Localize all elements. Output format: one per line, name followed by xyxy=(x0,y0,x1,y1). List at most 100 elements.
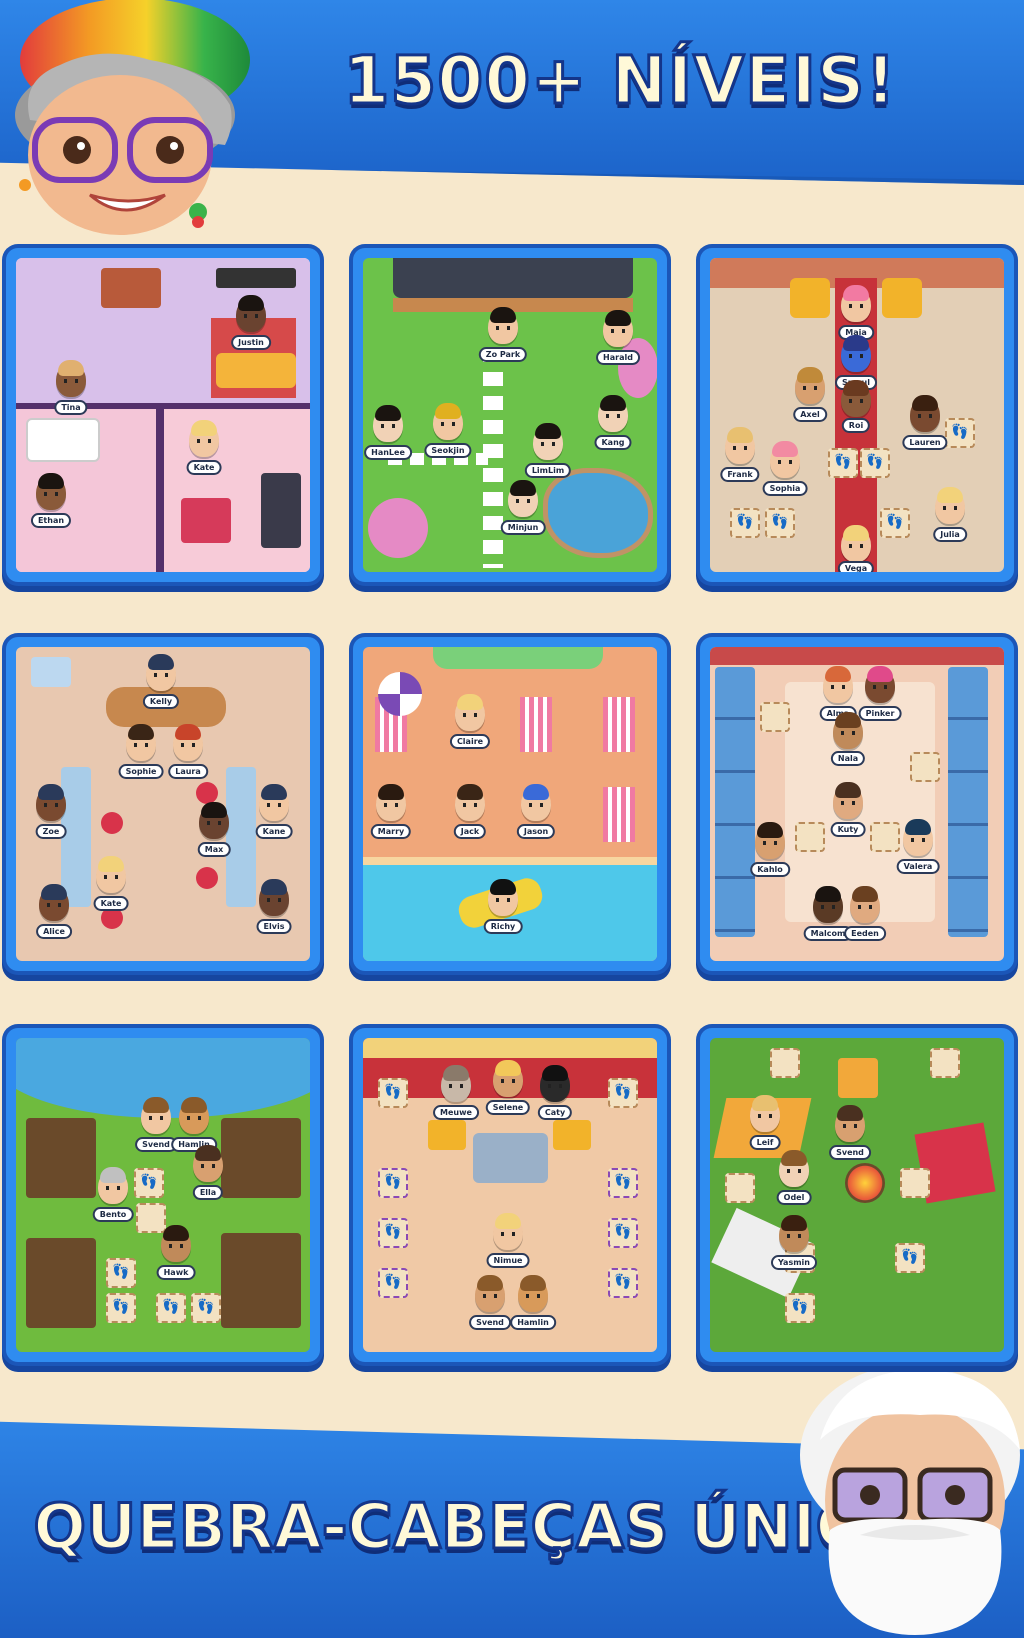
footprint-slot[interactable] xyxy=(191,1293,221,1323)
character-avatar[interactable] xyxy=(823,666,853,703)
character-avatar[interactable] xyxy=(903,819,933,856)
character-avatar[interactable] xyxy=(441,1065,471,1102)
level-card-village[interactable]: Svend Hamlin Ella Bento Hawk xyxy=(6,1028,320,1362)
character-name-tag: Yasmin xyxy=(771,1255,817,1270)
character-avatar[interactable] xyxy=(199,802,229,839)
empty-slot[interactable] xyxy=(770,1048,800,1078)
footprint-slot[interactable] xyxy=(106,1258,136,1288)
character-avatar[interactable] xyxy=(493,1060,523,1097)
character-avatar[interactable] xyxy=(725,427,755,464)
character-avatar[interactable] xyxy=(96,856,126,893)
character-avatar[interactable] xyxy=(259,879,289,916)
character-avatar[interactable] xyxy=(493,1213,523,1250)
character-avatar[interactable] xyxy=(841,525,871,562)
character-avatar[interactable] xyxy=(841,380,871,417)
character-avatar[interactable] xyxy=(259,784,289,821)
empty-slot[interactable] xyxy=(725,1173,755,1203)
character-avatar[interactable] xyxy=(750,1095,780,1132)
empty-slot[interactable] xyxy=(900,1168,930,1198)
character-avatar[interactable] xyxy=(433,403,463,440)
character-avatar[interactable] xyxy=(518,1275,548,1312)
character-avatar[interactable] xyxy=(795,367,825,404)
character-avatar[interactable] xyxy=(36,784,66,821)
footprint-slot[interactable] xyxy=(828,448,858,478)
character-avatar[interactable] xyxy=(373,405,403,442)
level-card-temple[interactable]: Maia Smaul Axel Roi Lauren Frank Sophia … xyxy=(700,248,1014,582)
character-avatar[interactable] xyxy=(146,654,176,691)
character-avatar[interactable] xyxy=(161,1225,191,1262)
footprint-slot[interactable] xyxy=(895,1243,925,1273)
character-avatar[interactable] xyxy=(36,473,66,510)
character-avatar[interactable] xyxy=(236,295,266,332)
character-avatar[interactable] xyxy=(488,879,518,916)
character-avatar[interactable] xyxy=(540,1065,570,1102)
character-avatar[interactable] xyxy=(833,782,863,819)
character-name-tag: Hamlin xyxy=(510,1315,556,1330)
character-avatar[interactable] xyxy=(141,1097,171,1134)
character-avatar[interactable] xyxy=(910,395,940,432)
level-card-pool[interactable]: Claire Marry Jack Jason Richy xyxy=(353,637,667,971)
level-card-apartment[interactable]: Justin Tina Kate Ethan xyxy=(6,248,320,582)
footprint-slot[interactable] xyxy=(765,508,795,538)
character-avatar[interactable] xyxy=(841,335,871,372)
character-avatar[interactable] xyxy=(779,1150,809,1187)
footprint-slot[interactable] xyxy=(945,418,975,448)
character-avatar[interactable] xyxy=(173,724,203,761)
character-avatar[interactable] xyxy=(39,884,69,921)
character-avatar[interactable] xyxy=(189,420,219,457)
character-avatar[interactable] xyxy=(841,285,871,322)
footprint-slot[interactable] xyxy=(730,508,760,538)
character-avatar[interactable] xyxy=(770,441,800,478)
empty-slot[interactable] xyxy=(910,752,940,782)
character-avatar[interactable] xyxy=(455,694,485,731)
character-name-tag: Eeden xyxy=(844,926,886,941)
footprint-slot[interactable] xyxy=(785,1293,815,1323)
footprint-slot[interactable] xyxy=(608,1218,638,1248)
level-card-throne-hall[interactable]: Meuwe Selene Caty Nimue Svend Hamlin xyxy=(353,1028,667,1362)
footprint-slot[interactable] xyxy=(106,1293,136,1323)
level-card-campsite[interactable]: Leif Svend Odel Yasmin xyxy=(700,1028,1014,1362)
character-avatar[interactable] xyxy=(835,1105,865,1142)
character-avatar[interactable] xyxy=(865,666,895,703)
character-avatar[interactable] xyxy=(935,487,965,524)
character-avatar[interactable] xyxy=(755,822,785,859)
character-avatar[interactable] xyxy=(779,1215,809,1252)
character-avatar[interactable] xyxy=(521,784,551,821)
character-avatar[interactable] xyxy=(98,1167,128,1204)
footprint-slot[interactable] xyxy=(134,1168,164,1198)
character-avatar[interactable] xyxy=(376,784,406,821)
footprint-slot[interactable] xyxy=(378,1268,408,1298)
level-card-classroom[interactable]: Alma Pinker Nala Kuty Kahlo Valera Malco… xyxy=(700,637,1014,971)
footprint-slot[interactable] xyxy=(860,448,890,478)
character-avatar[interactable] xyxy=(603,310,633,347)
character-avatar[interactable] xyxy=(508,480,538,517)
empty-slot[interactable] xyxy=(795,822,825,852)
character-avatar[interactable] xyxy=(533,423,563,460)
footprint-slot[interactable] xyxy=(378,1168,408,1198)
level-scene: Zo Park Harald HanLee Seokjin Kang LimLi… xyxy=(363,258,657,572)
footprint-slot[interactable] xyxy=(880,508,910,538)
empty-slot[interactable] xyxy=(930,1048,960,1078)
empty-slot[interactable] xyxy=(870,822,900,852)
character-avatar[interactable] xyxy=(126,724,156,761)
character-avatar[interactable] xyxy=(56,360,86,397)
character-avatar[interactable] xyxy=(455,784,485,821)
character-avatar[interactable] xyxy=(850,886,880,923)
character-avatar[interactable] xyxy=(193,1145,223,1182)
footprint-slot[interactable] xyxy=(156,1293,186,1323)
character-avatar[interactable] xyxy=(598,395,628,432)
footprint-slot[interactable] xyxy=(378,1218,408,1248)
empty-slot[interactable] xyxy=(136,1203,166,1233)
character-avatar[interactable] xyxy=(488,307,518,344)
empty-slot[interactable] xyxy=(760,702,790,732)
footprint-slot[interactable] xyxy=(608,1268,638,1298)
level-card-garden[interactable]: Zo Park Harald HanLee Seokjin Kang LimLi… xyxy=(353,248,667,582)
footprint-slot[interactable] xyxy=(608,1078,638,1108)
character-avatar[interactable] xyxy=(475,1275,505,1312)
character-avatar[interactable] xyxy=(813,886,843,923)
character-avatar[interactable] xyxy=(833,712,863,749)
footprint-slot[interactable] xyxy=(378,1078,408,1108)
level-card-police-office[interactable]: Kelly Sophie Laura Zoe Max Kane Kate Ali… xyxy=(6,637,320,971)
footprint-slot[interactable] xyxy=(608,1168,638,1198)
character-avatar[interactable] xyxy=(179,1097,209,1134)
